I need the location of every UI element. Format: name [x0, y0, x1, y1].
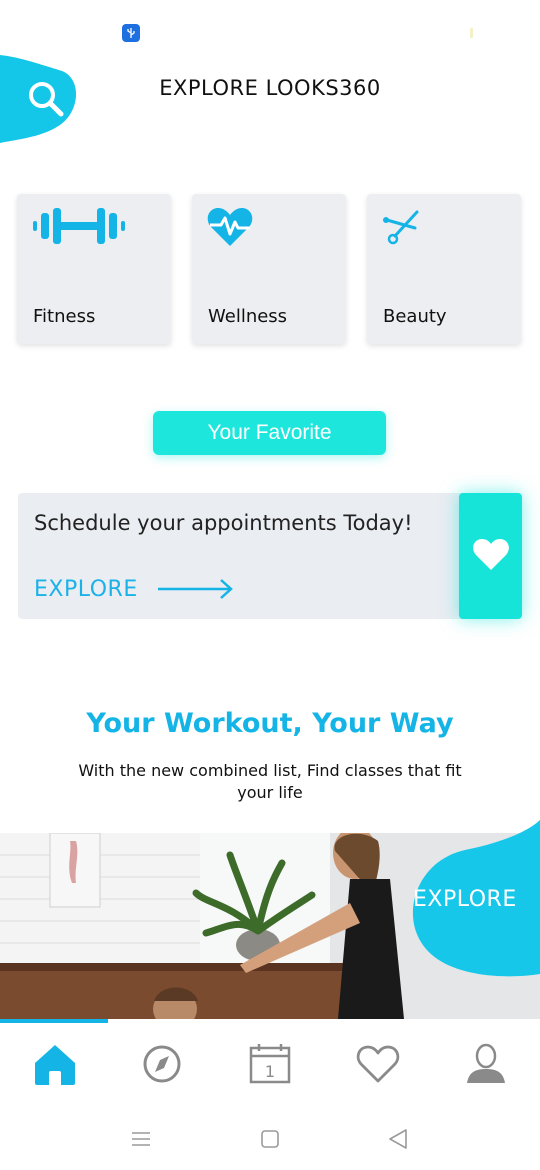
heart-icon — [473, 539, 509, 570]
category-label: Fitness — [33, 306, 96, 327]
home-icon — [35, 1045, 75, 1085]
calendar-day: 1 — [265, 1062, 275, 1081]
back-triangle-icon — [389, 1129, 407, 1149]
calendar-icon: 1 — [249, 1044, 291, 1084]
compass-icon — [143, 1045, 181, 1083]
heartbeat-icon — [206, 206, 254, 252]
usb-icon — [122, 24, 140, 42]
nav-favorites[interactable] — [353, 1041, 403, 1087]
system-back-button[interactable] — [386, 1127, 410, 1151]
category-fitness-card[interactable]: Fitness — [17, 194, 171, 344]
nav-home[interactable] — [30, 1041, 80, 1087]
workout-title: Your Workout, Your Way — [86, 708, 454, 739]
nav-profile[interactable] — [461, 1041, 511, 1087]
status-indicator — [470, 28, 473, 38]
system-navigation-bar — [0, 1110, 540, 1170]
search-button[interactable] — [0, 55, 80, 145]
your-favorite-button[interactable]: Your Favorite — [153, 411, 386, 455]
bottom-navigation: 1 — [0, 1023, 540, 1103]
page-title: EXPLORE LOOKS360 — [159, 76, 381, 100]
dumbbell-icon — [31, 206, 127, 250]
arrow-right-icon[interactable] — [156, 577, 236, 607]
system-home-button[interactable] — [258, 1127, 282, 1151]
menu-icon — [132, 1132, 150, 1146]
profile-icon — [467, 1043, 505, 1083]
category-beauty-card[interactable]: Beauty — [367, 194, 521, 344]
category-label: Wellness — [208, 306, 288, 327]
promo-text: Schedule your appointments Today! — [34, 511, 413, 535]
workout-subtitle: With the new combined list, Find classes… — [78, 761, 462, 802]
nav-calendar[interactable]: 1 — [245, 1041, 295, 1087]
nav-explore[interactable] — [137, 1041, 187, 1087]
heart-outline-icon — [356, 1045, 400, 1083]
system-menu-button[interactable] — [129, 1127, 153, 1151]
appointment-promo-card: Schedule your appointments Today! EXPLOR… — [18, 493, 522, 619]
promo-explore-link[interactable]: EXPLORE — [34, 577, 138, 602]
scissors-icon — [381, 206, 425, 250]
status-bar — [0, 0, 540, 50]
favorite-heart-button[interactable] — [459, 493, 522, 619]
workout-explore-label[interactable]: EXPLORE — [413, 887, 517, 912]
category-wellness-card[interactable]: Wellness — [192, 194, 346, 344]
category-label: Beauty — [383, 306, 447, 327]
square-icon — [261, 1130, 279, 1148]
